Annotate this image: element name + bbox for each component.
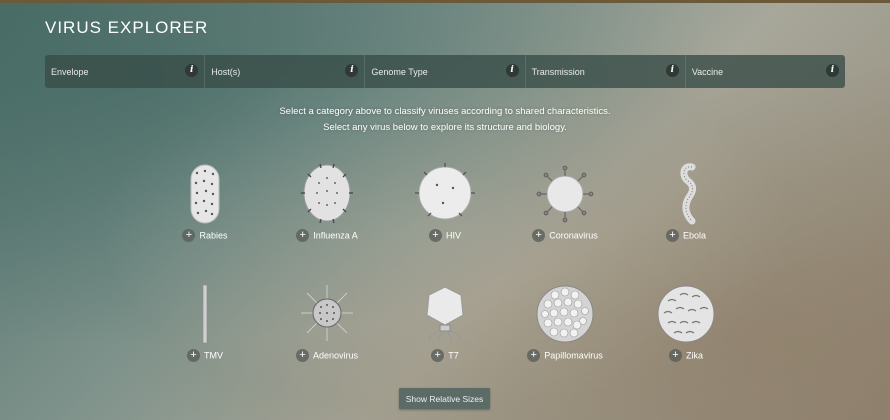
- virus-name: T7: [448, 350, 459, 361]
- influenza-virus-icon: [301, 163, 353, 224]
- virus-card-tmv[interactable]: + TMV: [155, 283, 255, 373]
- plus-icon[interactable]: +: [668, 349, 682, 362]
- plus-icon[interactable]: +: [296, 229, 310, 242]
- filter-label: Transmission: [531, 66, 585, 77]
- virus-name: TMV: [204, 350, 223, 361]
- top-accent-line: [0, 0, 890, 3]
- hiv-virus-icon: [415, 163, 475, 220]
- tmv-virus-icon: [202, 284, 208, 344]
- t7-phage-icon: [426, 286, 464, 342]
- virus-name: Adenovirus: [312, 350, 359, 361]
- adenovirus-icon: [301, 285, 353, 341]
- papillomavirus-icon: [536, 285, 594, 343]
- category-filter-bar: Envelope i Host(s) i Genome Type i Trans…: [45, 55, 845, 88]
- virus-name: Papillomavirus: [544, 350, 603, 361]
- virus-card-zika[interactable]: + Zika: [636, 283, 736, 373]
- info-icon[interactable]: i: [345, 64, 359, 77]
- plus-icon[interactable]: +: [431, 349, 445, 362]
- filter-envelope[interactable]: Envelope i: [45, 55, 206, 88]
- virus-name: Influenza A: [313, 230, 358, 241]
- plus-icon[interactable]: +: [187, 349, 200, 362]
- virus-name: HIV: [445, 230, 461, 241]
- info-icon[interactable]: i: [185, 64, 199, 77]
- show-relative-sizes-button[interactable]: Show Relative Sizes: [399, 388, 490, 409]
- virus-name: Rabies: [199, 230, 228, 241]
- virus-card-t7[interactable]: + T7: [395, 283, 495, 373]
- virus-name: Ebola: [682, 230, 707, 241]
- filter-hosts[interactable]: Host(s) i: [205, 55, 366, 88]
- virus-card-influenza-a[interactable]: + Influenza A: [277, 163, 377, 253]
- instruction-line: Select a category above to classify viru…: [279, 106, 611, 117]
- virus-card-papillomavirus[interactable]: + Papillomavirus: [515, 283, 615, 373]
- plus-icon[interactable]: +: [428, 229, 442, 242]
- filter-vaccine[interactable]: Vaccine i: [686, 55, 845, 88]
- ebola-virus-icon: [680, 163, 697, 225]
- virus-card-rabies[interactable]: + Rabies: [155, 163, 255, 253]
- filter-label: Vaccine: [691, 66, 724, 77]
- plus-icon[interactable]: +: [182, 229, 196, 242]
- info-icon[interactable]: i: [505, 64, 519, 77]
- filter-label: Host(s): [211, 66, 241, 77]
- filter-label: Envelope: [51, 66, 89, 77]
- zika-virus-icon: [657, 285, 715, 343]
- coronavirus-icon: [536, 165, 594, 223]
- virus-card-coronavirus[interactable]: + Coronavirus: [515, 163, 615, 253]
- instruction-line: Select any virus below to explore its st…: [323, 122, 567, 133]
- virus-card-adenovirus[interactable]: + Adenovirus: [277, 283, 377, 373]
- virus-card-hiv[interactable]: + HIV: [395, 163, 495, 253]
- virus-name: Coronavirus: [549, 230, 598, 241]
- plus-icon[interactable]: +: [295, 349, 309, 362]
- page-title: VIRUS EXPLORER: [45, 18, 209, 37]
- plus-icon[interactable]: +: [527, 349, 541, 362]
- rabies-virus-icon: [190, 164, 220, 224]
- plus-icon[interactable]: +: [665, 229, 679, 242]
- virus-card-ebola[interactable]: + Ebola: [636, 163, 736, 253]
- info-icon[interactable]: i: [826, 64, 840, 77]
- filter-label: Genome Type: [371, 66, 428, 77]
- plus-icon[interactable]: +: [532, 229, 546, 242]
- filter-transmission[interactable]: Transmission i: [526, 55, 686, 88]
- instructions: Select a category above to classify viru…: [0, 104, 890, 136]
- virus-name: Zika: [685, 350, 703, 361]
- filter-genome-type[interactable]: Genome Type i: [365, 55, 526, 88]
- info-icon[interactable]: i: [665, 64, 679, 77]
